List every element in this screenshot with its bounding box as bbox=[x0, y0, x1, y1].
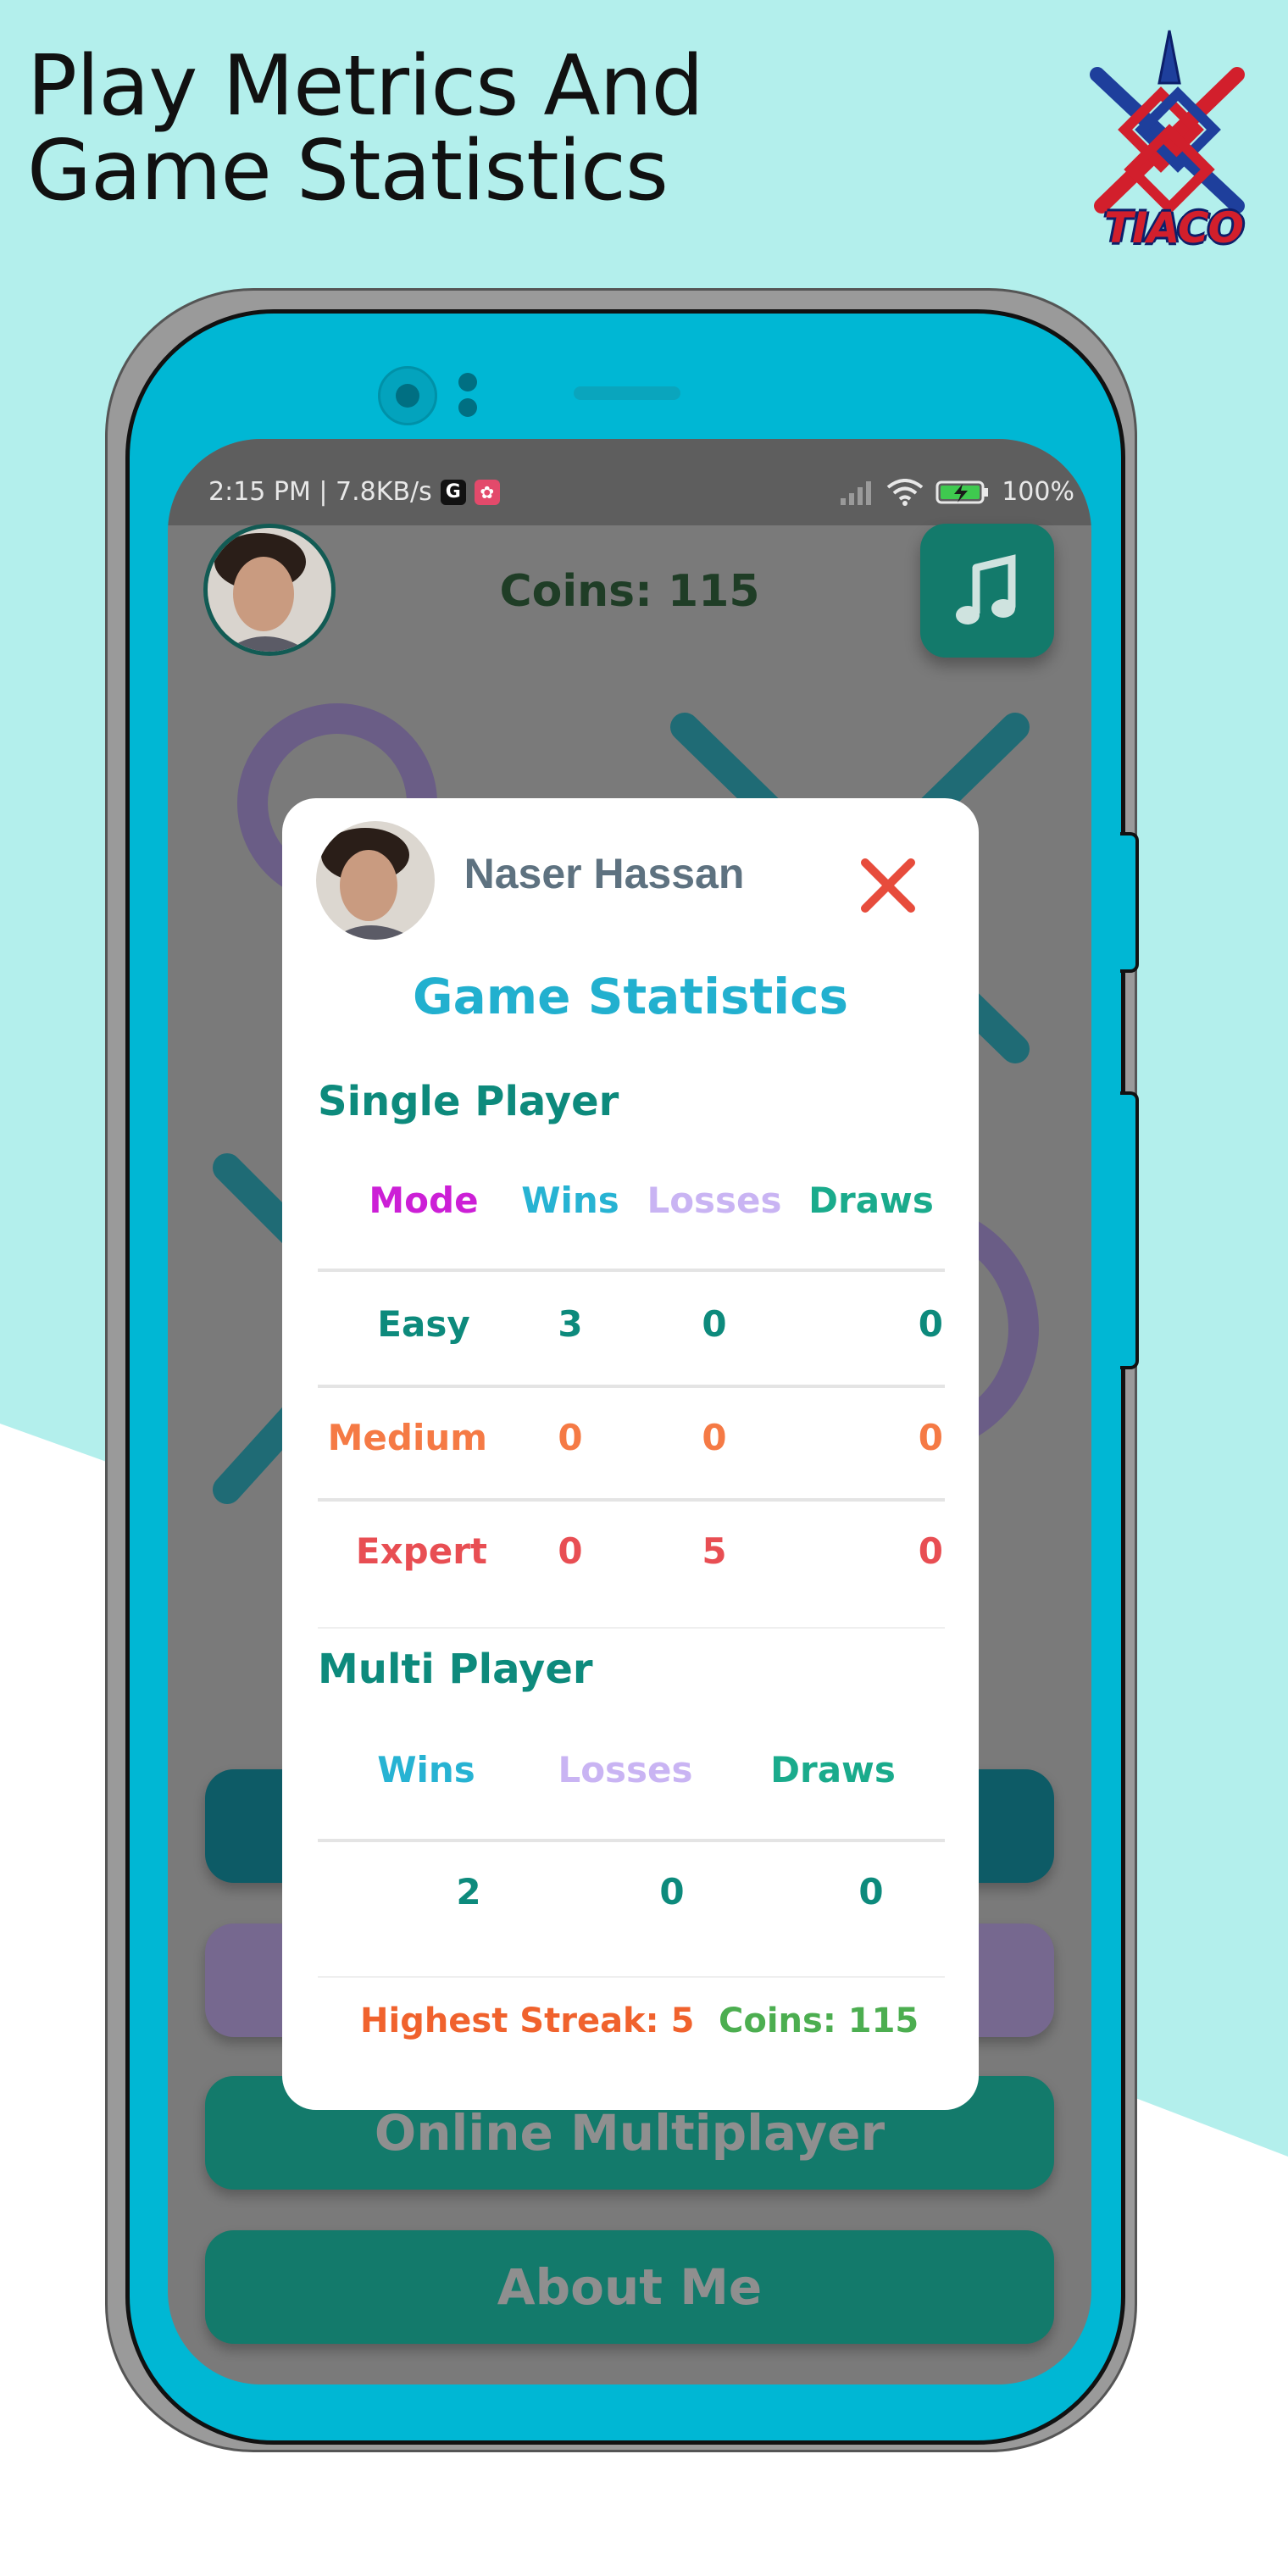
wifi-icon bbox=[886, 478, 924, 506]
headline: Play Metrics And Game Statistics bbox=[27, 38, 704, 219]
divider bbox=[318, 1839, 945, 1842]
divider bbox=[318, 1498, 945, 1502]
divider bbox=[318, 1385, 945, 1388]
battery-icon bbox=[935, 480, 989, 503]
player-name: Naser Hassan bbox=[464, 850, 745, 897]
headline-line-1: Play Metrics And bbox=[27, 38, 704, 135]
headline-line-2: Game Statistics bbox=[27, 123, 669, 219]
dialog-title: Game Statistics bbox=[413, 968, 848, 1025]
notification-icon: ✿ bbox=[474, 479, 500, 505]
close-icon[interactable] bbox=[858, 856, 918, 915]
highest-streak: Highest Streak: 5 bbox=[360, 2001, 695, 2040]
header-mode: Mode bbox=[369, 1180, 479, 1221]
about-me-button[interactable]: About Me bbox=[205, 2230, 1054, 2344]
status-time: 2:15 PM | 7.8KB/s bbox=[208, 477, 432, 507]
multi-draws: 0 bbox=[858, 1871, 884, 1913]
row-wins-easy: 3 bbox=[558, 1303, 583, 1345]
header-wins: Wins bbox=[521, 1180, 619, 1221]
sensor-dot bbox=[458, 373, 477, 391]
row-draws-expert: 0 bbox=[918, 1530, 943, 1572]
multi-header-losses: Losses bbox=[558, 1749, 693, 1790]
row-losses-easy: 0 bbox=[702, 1303, 727, 1345]
header-losses: Losses bbox=[647, 1180, 782, 1221]
row-draws-medium: 0 bbox=[918, 1417, 943, 1458]
music-note-icon bbox=[956, 554, 1016, 625]
dialog-coins: Coins: 115 bbox=[719, 2001, 919, 2040]
phone-power-button bbox=[1120, 832, 1139, 973]
dialog-avatar bbox=[316, 821, 435, 940]
front-camera-icon bbox=[378, 366, 437, 425]
multi-header-draws: Draws bbox=[770, 1749, 896, 1790]
row-draws-easy: 0 bbox=[918, 1303, 943, 1345]
row-mode-easy: Easy bbox=[377, 1303, 470, 1345]
signal-icon bbox=[841, 480, 872, 505]
multi-header-wins: Wins bbox=[377, 1749, 475, 1790]
battery-percent: 100% bbox=[1002, 477, 1074, 507]
divider bbox=[318, 1269, 945, 1272]
divider bbox=[318, 1976, 945, 1978]
logo-text: TIACO bbox=[1103, 203, 1244, 253]
row-losses-medium: 0 bbox=[702, 1417, 727, 1458]
row-wins-medium: 0 bbox=[558, 1417, 583, 1458]
phone-volume-button bbox=[1120, 1091, 1139, 1369]
row-mode-expert: Expert bbox=[355, 1530, 487, 1572]
multi-player-heading: Multi Player bbox=[318, 1646, 593, 1693]
row-mode-medium: Medium bbox=[327, 1417, 487, 1458]
google-icon: G bbox=[440, 479, 466, 505]
music-toggle-button[interactable] bbox=[920, 524, 1054, 658]
multi-losses: 0 bbox=[659, 1871, 685, 1913]
earpiece-speaker bbox=[574, 386, 680, 400]
sensor-dot bbox=[458, 398, 477, 417]
multi-wins: 2 bbox=[456, 1871, 481, 1913]
statistics-dialog: Naser Hassan Game Statistics Single Play… bbox=[282, 798, 979, 2110]
row-wins-expert: 0 bbox=[558, 1530, 583, 1572]
status-bar: 2:15 PM | 7.8KB/s G ✿ 100% bbox=[168, 439, 1091, 525]
header-draws: Draws bbox=[808, 1180, 934, 1221]
single-player-heading: Single Player bbox=[318, 1078, 619, 1125]
row-losses-expert: 5 bbox=[702, 1530, 727, 1572]
divider bbox=[318, 1627, 945, 1629]
